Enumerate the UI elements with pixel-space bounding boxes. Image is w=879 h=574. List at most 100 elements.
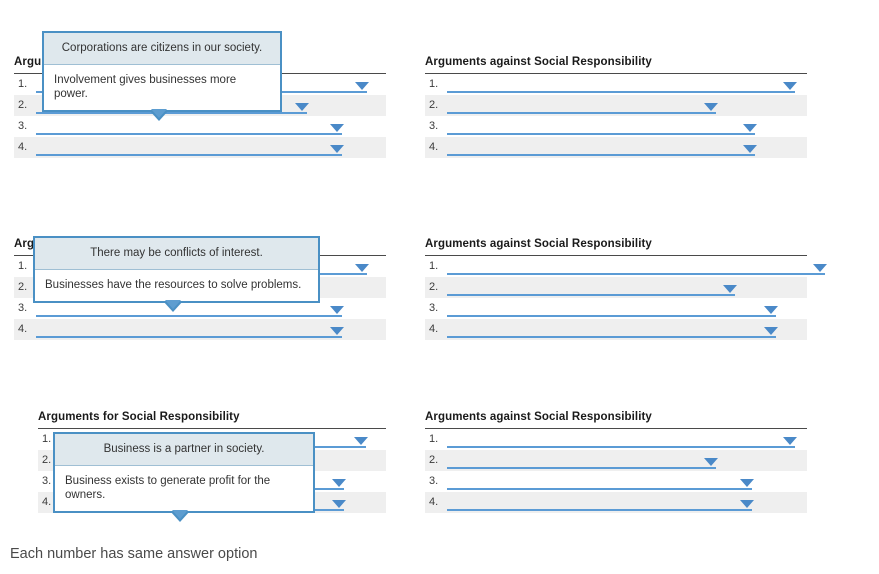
row-number: 3.: [429, 120, 439, 132]
row-number: 1.: [429, 433, 439, 445]
field-underline: [447, 133, 755, 135]
chevron-down-icon[interactable]: [743, 124, 757, 132]
answer-dropdown-1[interactable]: [447, 431, 797, 448]
row-number: 1.: [18, 78, 28, 90]
field-underline: [447, 154, 755, 156]
row-number: 4.: [42, 496, 52, 508]
chevron-down-icon[interactable]: [355, 82, 369, 90]
table-row: 4.: [425, 319, 807, 340]
dropdown-options-popup-2[interactable]: There may be conflicts of interest. Busi…: [33, 236, 320, 312]
field-underline: [447, 112, 716, 114]
row-number: 4.: [18, 323, 28, 335]
chevron-down-icon[interactable]: [740, 479, 754, 487]
chevron-down-icon[interactable]: [813, 264, 827, 272]
answer-dropdown-3[interactable]: [447, 118, 757, 135]
answer-rows-against: 1. 2. 3. 4.: [425, 429, 807, 513]
row-number: 1.: [429, 260, 439, 272]
callout-arrow-inner-icon: [172, 510, 188, 519]
row-number: 2.: [42, 454, 52, 466]
chevron-down-icon[interactable]: [783, 82, 797, 90]
field-underline: [447, 315, 776, 317]
callout-arrow-inner-icon: [151, 109, 167, 118]
field-underline: [447, 446, 795, 448]
worksheet-page: Arguments for Social Responsibility 1. 2…: [0, 0, 879, 574]
chevron-down-icon[interactable]: [332, 500, 346, 508]
dropdown-options-popup-1[interactable]: Corporations are citizens in our society…: [42, 31, 282, 121]
chevron-down-icon[interactable]: [355, 264, 369, 272]
dropdown-option[interactable]: Business exists to generate profit for t…: [55, 466, 313, 511]
answer-dropdown-4[interactable]: [447, 494, 754, 511]
dropdown-option-highlighted[interactable]: Business is a partner in society.: [55, 434, 313, 466]
chevron-down-icon[interactable]: [704, 103, 718, 111]
chevron-down-icon[interactable]: [330, 327, 344, 335]
answer-dropdown-4[interactable]: [36, 321, 344, 338]
answer-rows-against: 1. 2. 3. 4.: [425, 256, 827, 340]
table-row: 1.: [425, 429, 807, 450]
answer-dropdown-4[interactable]: [447, 321, 778, 338]
chevron-down-icon[interactable]: [743, 145, 757, 153]
field-underline: [447, 273, 825, 275]
field-underline: [447, 294, 735, 296]
field-underline: [36, 133, 342, 135]
chevron-down-icon[interactable]: [330, 145, 344, 153]
answer-dropdown-1[interactable]: [447, 76, 797, 93]
table-row: 3.: [425, 116, 807, 137]
answer-dropdown-2[interactable]: [447, 279, 737, 296]
answer-dropdown-4[interactable]: [36, 139, 344, 156]
chevron-down-icon[interactable]: [723, 285, 737, 293]
table-row: 3.: [14, 116, 386, 137]
table-row: 3.: [425, 471, 807, 492]
answer-dropdown-3[interactable]: [447, 473, 754, 490]
table-row: 4.: [425, 137, 807, 158]
chevron-down-icon[interactable]: [740, 500, 754, 508]
answer-dropdown-2[interactable]: [447, 97, 718, 114]
table-row: 4.: [14, 137, 386, 158]
column-header-against: Arguments against Social Responsibility: [425, 411, 652, 423]
table-row: 2.: [425, 95, 807, 116]
field-underline: [36, 336, 342, 338]
table-row: 1.: [425, 74, 807, 95]
chevron-down-icon[interactable]: [295, 103, 309, 111]
table-row: 2.: [425, 277, 807, 298]
answer-dropdown-4[interactable]: [447, 139, 757, 156]
dropdown-option-highlighted[interactable]: Corporations are citizens in our society…: [44, 33, 280, 65]
answer-dropdown-2[interactable]: [447, 452, 718, 469]
dropdown-option[interactable]: Businesses have the resources to solve p…: [35, 270, 318, 301]
dropdown-option[interactable]: Involvement gives businesses more power.: [44, 65, 280, 110]
field-underline: [447, 509, 752, 511]
row-number: 3.: [18, 302, 28, 314]
table-row: 1.: [425, 256, 827, 277]
answer-dropdown-1[interactable]: [447, 258, 827, 275]
table-row: 2.: [425, 450, 807, 471]
field-underline: [36, 112, 307, 114]
block-1-column-against: Arguments against Social Responsibility …: [425, 55, 807, 158]
answer-dropdown-3[interactable]: [36, 118, 344, 135]
row-number: 2.: [18, 99, 28, 111]
chevron-down-icon[interactable]: [764, 306, 778, 314]
dropdown-option-highlighted[interactable]: There may be conflicts of interest.: [35, 238, 318, 270]
chevron-down-icon[interactable]: [330, 306, 344, 314]
table-row: 4.: [14, 319, 386, 340]
dropdown-options-popup-3[interactable]: Business is a partner in society. Busine…: [53, 432, 315, 522]
chevron-down-icon[interactable]: [332, 479, 346, 487]
block-2-column-against: Arguments against Social Responsibility …: [425, 237, 827, 340]
row-number: 4.: [429, 323, 439, 335]
chevron-down-icon[interactable]: [764, 327, 778, 335]
row-number: 3.: [18, 120, 28, 132]
column-header-against: Arguments against Social Responsibility: [425, 238, 652, 250]
row-number: 1.: [429, 78, 439, 90]
field-underline: [447, 467, 716, 469]
row-number: 2.: [429, 281, 439, 293]
chevron-down-icon[interactable]: [354, 437, 368, 445]
answer-rows-against: 1. 2. 3. 4.: [425, 74, 807, 158]
chevron-down-icon[interactable]: [783, 437, 797, 445]
row-number: 4.: [429, 141, 439, 153]
row-number: 4.: [18, 141, 28, 153]
chevron-down-icon[interactable]: [704, 458, 718, 466]
block-3-column-against: Arguments against Social Responsibility …: [425, 410, 807, 513]
chevron-down-icon[interactable]: [330, 124, 344, 132]
row-number: 2.: [18, 281, 28, 293]
field-underline: [447, 91, 795, 93]
answer-dropdown-3[interactable]: [447, 300, 778, 317]
row-number: 3.: [429, 302, 439, 314]
